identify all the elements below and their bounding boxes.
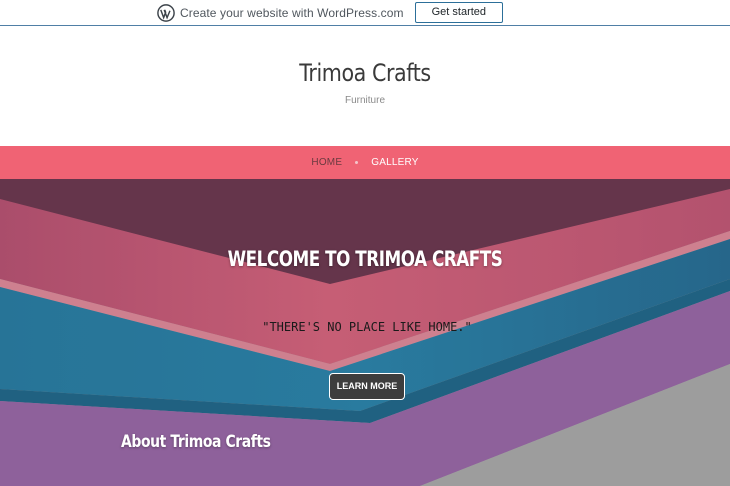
hero-quote: "THERE'S NO PLACE LIKE HOME." (262, 320, 472, 334)
wordpress-icon[interactable] (157, 3, 175, 22)
nav-item-gallery[interactable]: GALLERY (371, 157, 418, 168)
main-navigation: HOME GALLERY (0, 146, 730, 179)
learn-more-button[interactable]: LEARN MORE (329, 373, 405, 400)
nav-item-home[interactable]: HOME (311, 157, 342, 168)
nav-separator (355, 161, 359, 164)
promo-text[interactable]: Create your website with WordPress.com (180, 6, 404, 20)
site-tagline: Furniture (344, 95, 385, 106)
site-header: Trimoa Crafts Furniture (0, 27, 730, 146)
about-heading: About Trimoa Crafts (121, 432, 271, 452)
site-title[interactable]: Trimoa Crafts (51, 59, 679, 87)
hero-title: WELCOME TO TRIMOA CRAFTS (227, 247, 503, 271)
get-started-button[interactable]: Get started (414, 2, 504, 23)
wordpress-promo-bar: Create your website with WordPress.com G… (0, 0, 730, 26)
hero-section: WELCOME TO TRIMOA CRAFTS "THERE'S NO PLA… (0, 179, 730, 486)
